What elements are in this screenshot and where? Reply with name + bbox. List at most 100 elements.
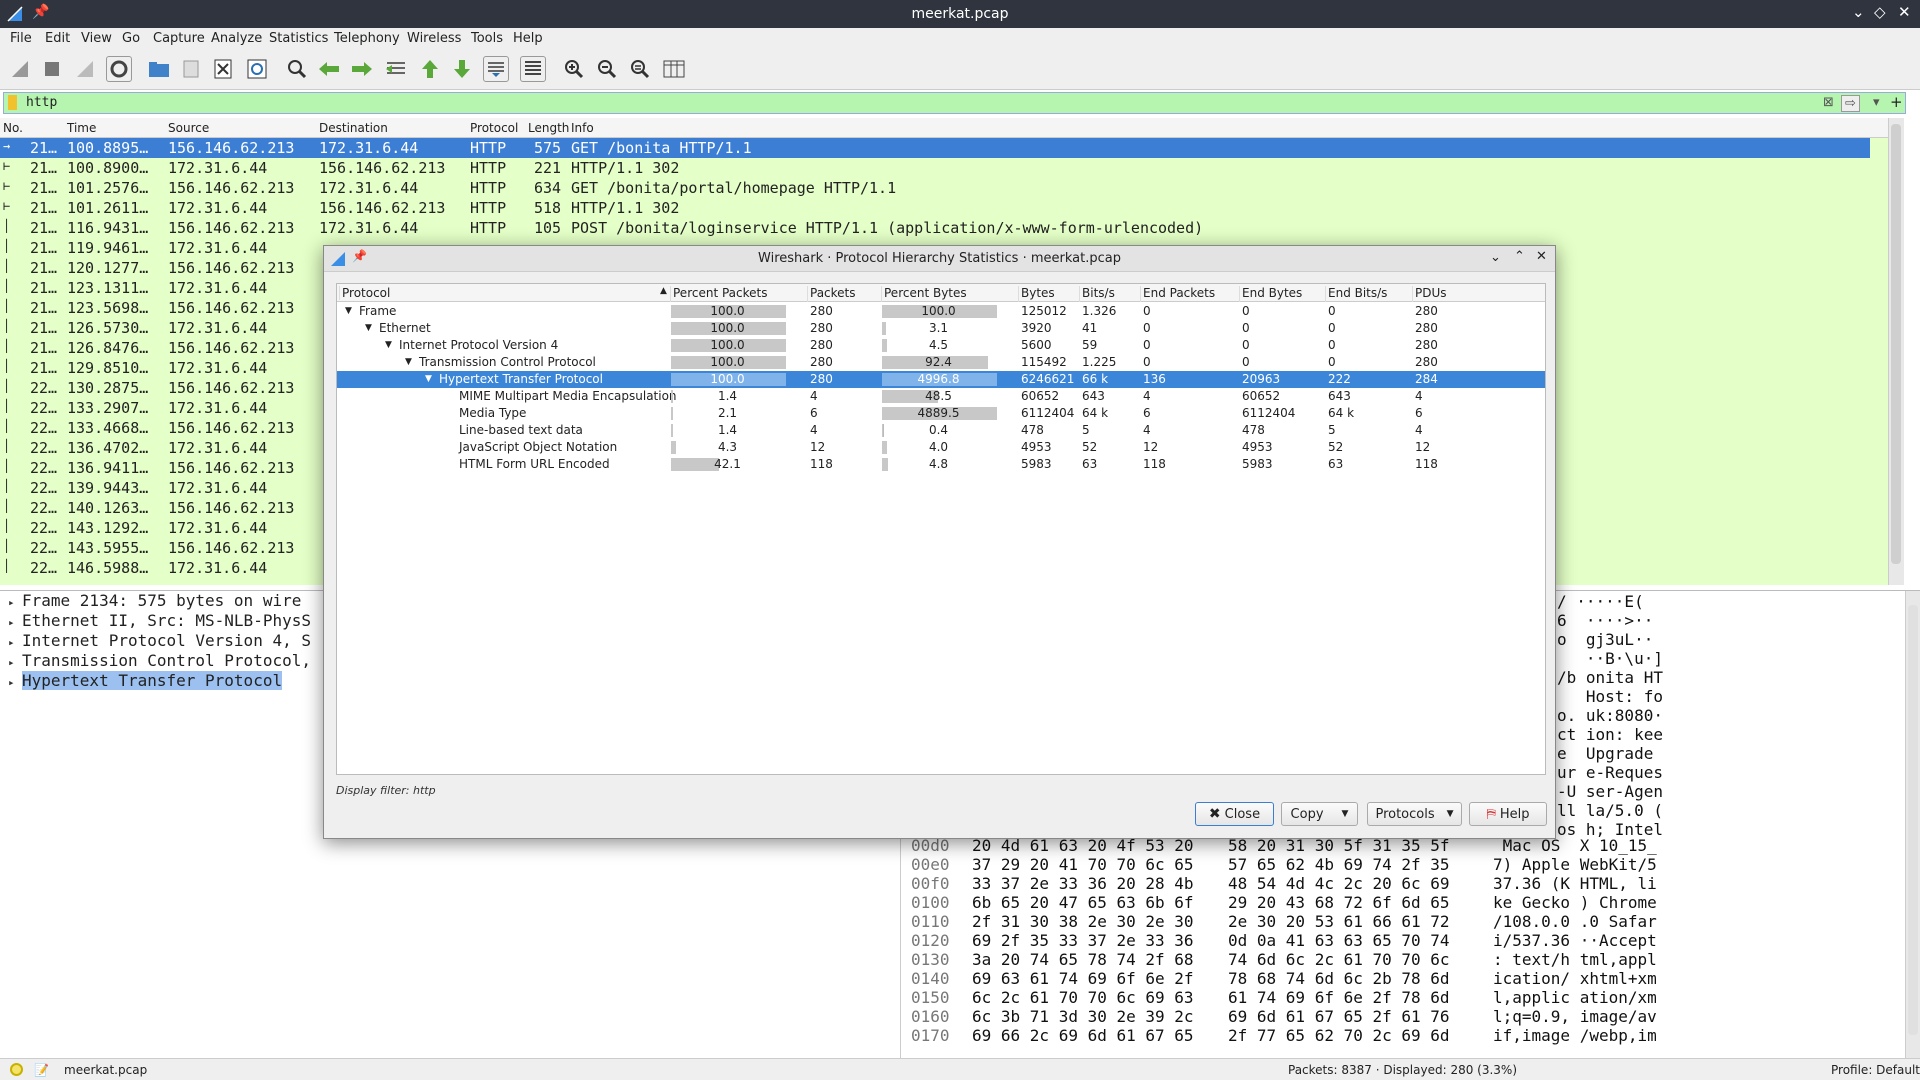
menu-edit[interactable]: Edit <box>45 31 70 46</box>
hierarchy-row[interactable]: ▼ Ethernet 100.0 3.1 280 3920 41 0 0 0 280 <box>337 320 1545 337</box>
open-file-icon[interactable] <box>146 56 172 82</box>
start-capture-icon[interactable] <box>7 56 33 82</box>
detail-row-ipv4[interactable]: ▸ Internet Protocol Version 4, S <box>8 631 311 650</box>
zoom-out-icon[interactable] <box>594 56 620 82</box>
protocol-name: Ethernet <box>379 321 431 335</box>
add-filter-button-icon[interactable]: + <box>1890 93 1903 111</box>
packet-row[interactable]: → 21… 100.8895… 156.146.62.213 172.31.6.44 HT… <box>0 138 1870 158</box>
find-packet-icon[interactable] <box>284 56 310 82</box>
packet-relation-icon: │ <box>3 319 11 333</box>
percent-value: 4889.5 <box>917 406 960 420</box>
menu-wireless[interactable]: Wireless <box>407 31 461 46</box>
detail-row-ethernet[interactable]: ▸ Ethernet II, Src: MS-NLB-PhysS <box>8 611 311 630</box>
hierarchy-row[interactable]: HTML Form URL Encoded 42.1 4.8 118 5983 63 118… <box>337 456 1545 473</box>
filter-bookmark-icon[interactable] <box>8 95 17 110</box>
col-time[interactable]: Time <box>67 121 96 135</box>
go-first-packet-icon[interactable] <box>417 56 443 82</box>
expand-arrow-icon[interactable]: ▼ <box>405 357 412 367</box>
col-destination[interactable]: Destination <box>319 121 388 135</box>
detail-row-http[interactable]: ▸ Hypertext Transfer Protocol <box>8 671 283 690</box>
hierarchy-row[interactable]: MIME Multipart Media Encapsulation 1.4 48.… <box>337 388 1545 405</box>
hierarchy-row[interactable]: Line-based text data 1.4 0.4 4 478 5 4 478 5 4 <box>337 422 1545 439</box>
hex-ascii-row: 6 ····>·· <box>1557 611 1654 630</box>
hierarchy-row[interactable]: ▼ Transmission Control Protocol 100.0 92.4 2… <box>337 354 1545 371</box>
menu-go[interactable]: Go <box>122 31 140 46</box>
expand-arrow-icon[interactable]: ▼ <box>425 374 432 384</box>
colorize-icon[interactable] <box>520 56 546 82</box>
go-last-packet-icon[interactable] <box>449 56 475 82</box>
go-to-packet-icon[interactable] <box>383 56 409 82</box>
col-no[interactable]: No. <box>3 121 23 135</box>
bytes-scrollbar[interactable] <box>1905 591 1920 1059</box>
protocols-button[interactable]: Protocols ▼ <box>1367 802 1462 826</box>
expand-arrow-icon[interactable]: ▼ <box>385 340 392 350</box>
packet-row[interactable]: │ 21… 116.9431… 156.146.62.213 172.31.6.44 HT… <box>0 218 1870 238</box>
copy-button[interactable]: Copy ▼ <box>1281 802 1358 826</box>
close-button[interactable]: ✖ Close <box>1195 802 1274 826</box>
expand-arrow-icon[interactable]: ▼ <box>365 323 372 333</box>
menu-capture[interactable]: Capture <box>153 31 205 46</box>
save-file-icon[interactable] <box>178 56 204 82</box>
col-length[interactable]: Length <box>528 121 569 135</box>
dialog-close-icon[interactable]: ✕ <box>1536 249 1547 264</box>
col-protocol[interactable]: Protocol ▲ <box>337 286 670 302</box>
close-file-icon[interactable] <box>210 56 236 82</box>
menu-view[interactable]: View <box>81 31 112 46</box>
status-profile[interactable]: Profile: Default <box>1831 1063 1920 1077</box>
display-filter-input[interactable]: http <box>26 95 57 110</box>
col-packets[interactable]: Packets <box>807 286 881 302</box>
col-pdus[interactable]: PDUs <box>1412 286 1545 302</box>
autoscroll-icon[interactable] <box>483 56 509 82</box>
maximize-icon[interactable]: ◇ <box>1874 3 1886 21</box>
stop-capture-icon[interactable] <box>39 56 65 82</box>
comment-icon[interactable]: 📝 <box>34 1063 49 1077</box>
col-bytes[interactable]: Bytes <box>1018 286 1079 302</box>
resize-columns-icon[interactable] <box>661 56 687 82</box>
col-bits-per-sec[interactable]: Bits/s <box>1079 286 1140 302</box>
menu-tools[interactable]: Tools <box>471 31 503 46</box>
col-source[interactable]: Source <box>168 121 209 135</box>
col-info[interactable]: Info <box>571 121 594 135</box>
clear-filter-icon[interactable]: ⊠ <box>1823 95 1834 110</box>
packet-list-scrollbar[interactable] <box>1888 118 1904 585</box>
dialog-maximize-icon[interactable]: ⌃ <box>1514 249 1525 264</box>
col-percent-packets[interactable]: Percent Packets <box>670 286 807 302</box>
menu-telephony[interactable]: Telephony <box>334 31 400 46</box>
detail-row-frame[interactable]: ▸ Frame 2134: 575 bytes on wire <box>8 591 301 610</box>
apply-filter-icon[interactable]: ⇨ <box>1841 95 1860 112</box>
go-back-icon[interactable] <box>316 56 342 82</box>
capture-options-icon[interactable] <box>106 56 132 82</box>
zoom-in-icon[interactable] <box>561 56 587 82</box>
col-end-packets[interactable]: End Packets <box>1140 286 1239 302</box>
hierarchy-row[interactable]: ▼ Internet Protocol Version 4 100.0 4.5 280 5… <box>337 337 1545 354</box>
percent-value: 42.1 <box>714 457 741 471</box>
expand-arrow-icon[interactable]: ▼ <box>345 306 352 316</box>
col-end-bytes[interactable]: End Bytes <box>1239 286 1325 302</box>
menu-help[interactable]: Help <box>513 31 543 46</box>
packet-row[interactable]: ⊢ 21… 101.2576… 156.146.62.213 172.31.6.44 HT… <box>0 178 1870 198</box>
dialog-minimize-icon[interactable]: ⌄ <box>1490 250 1501 265</box>
hierarchy-row[interactable]: Media Type 2.1 4889.5 6 6112404 64 k 6 6112404 6… <box>337 405 1545 422</box>
menu-analyze[interactable]: Analyze <box>211 31 262 46</box>
close-window-icon[interactable]: ✕ <box>1898 3 1911 21</box>
hierarchy-row[interactable]: ▼ Hypertext Transfer Protocol 100.0 4996.8 2… <box>337 371 1545 388</box>
restart-capture-icon[interactable] <box>72 56 98 82</box>
packet-row[interactable]: ⊢ 21… 101.2611… 172.31.6.44 156.146.62.213 HT… <box>0 198 1870 218</box>
menu-statistics[interactable]: Statistics <box>269 31 328 46</box>
col-end-bits-per-sec[interactable]: End Bits/s <box>1325 286 1412 302</box>
filter-history-icon[interactable]: ▾ <box>1873 95 1880 110</box>
hierarchy-row[interactable]: ▼ Frame 100.0 100.0 280 125012 1.326 0 0 0 280 <box>337 303 1545 320</box>
col-percent-bytes[interactable]: Percent Bytes <box>881 286 1018 302</box>
percent-value: 100.0 <box>710 304 745 318</box>
packet-row[interactable]: ⊢ 21… 100.8900… 172.31.6.44 156.146.62.213 HT… <box>0 158 1870 178</box>
help-button[interactable]: ⛿ Help <box>1469 802 1547 826</box>
zoom-normal-icon[interactable] <box>627 56 653 82</box>
menu-file[interactable]: File <box>10 31 32 46</box>
detail-row-tcp[interactable]: ▸ Transmission Control Protocol, <box>8 651 311 670</box>
col-protocol[interactable]: Protocol <box>470 121 518 135</box>
expert-info-icon[interactable] <box>10 1063 23 1076</box>
minimize-icon[interactable]: ⌄ <box>1852 3 1865 21</box>
hierarchy-row[interactable]: JavaScript Object Notation 4.3 4.0 12 4953 52… <box>337 439 1545 456</box>
reload-file-icon[interactable] <box>244 56 270 82</box>
go-forward-icon[interactable] <box>349 56 375 82</box>
